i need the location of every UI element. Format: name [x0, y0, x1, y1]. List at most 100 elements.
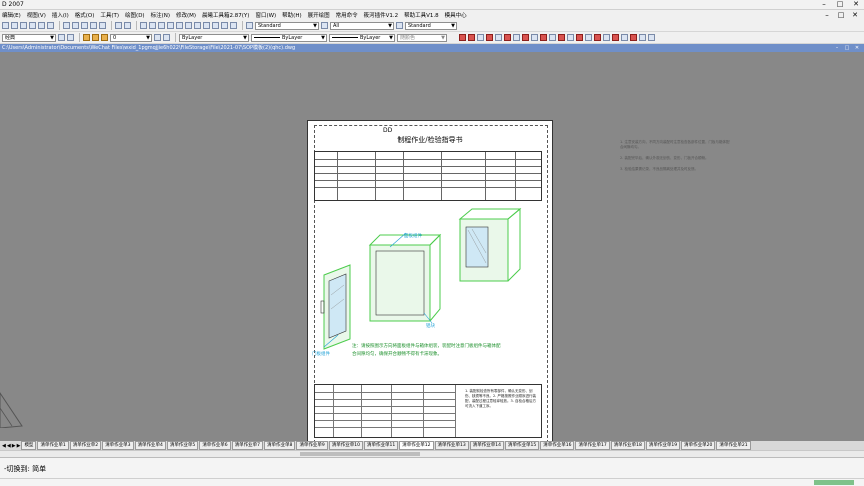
doc-minimize-button[interactable]: –: [820, 10, 834, 20]
plugin-tool-icon[interactable]: [549, 34, 556, 41]
menu-insert[interactable]: 插入(I): [52, 11, 69, 19]
text-style-select[interactable]: Standard ▼: [255, 21, 319, 30]
design-center-icon[interactable]: [185, 22, 192, 29]
plugin-tool-icon[interactable]: [648, 34, 655, 41]
menu-plugin[interactable]: 筱河插件V1.2: [364, 11, 399, 19]
workspace-select[interactable]: 经典 ▼: [2, 33, 56, 42]
save-icon[interactable]: [20, 22, 27, 29]
print-icon[interactable]: [29, 22, 36, 29]
plugin-tool-icon[interactable]: [621, 34, 628, 41]
help-icon[interactable]: [230, 22, 237, 29]
maximize-button[interactable]: □: [832, 0, 848, 10]
block-editor-icon[interactable]: [99, 22, 106, 29]
tab-model[interactable]: 模型: [21, 441, 37, 450]
calculator-icon[interactable]: [221, 22, 228, 29]
plugin-tool-icon[interactable]: [576, 34, 583, 41]
plugin-tool-icon[interactable]: [540, 34, 547, 41]
layer-select[interactable]: 0 ▼: [110, 33, 152, 42]
horizontal-scrollbar[interactable]: [0, 450, 864, 457]
menu-help[interactable]: 帮助(H): [282, 11, 301, 19]
menu-toolbox[interactable]: 晨曦工具箱2.87(Y): [202, 11, 249, 19]
tab-layout-active[interactable]: 清单作业单12: [399, 441, 434, 450]
tab-layout[interactable]: 清单作业单13: [434, 441, 469, 450]
plugin-tool-icon[interactable]: [495, 34, 502, 41]
menu-draw[interactable]: 绘图(D): [125, 11, 145, 19]
menu-format[interactable]: 格式(O): [75, 11, 95, 19]
make-current-icon[interactable]: [154, 34, 161, 41]
plugin-tool-icon[interactable]: [531, 34, 538, 41]
plugin-tool-icon[interactable]: [558, 34, 565, 41]
menu-modify[interactable]: 修改(M): [176, 11, 196, 19]
tab-layout[interactable]: 清单作业单7: [231, 441, 264, 450]
layer-on-icon[interactable]: [83, 34, 90, 41]
plugin-tool-icon[interactable]: [522, 34, 529, 41]
open-file-icon[interactable]: [11, 22, 18, 29]
table-style-select[interactable]: Standard ▼: [405, 21, 457, 30]
tab-layout[interactable]: 清单作业单5: [166, 441, 199, 450]
tab-next-button[interactable]: ▶: [12, 443, 16, 449]
drawing-maximize-button[interactable]: □: [842, 44, 852, 52]
tab-layout[interactable]: 清单作业单19: [645, 441, 681, 450]
tool-palettes-icon[interactable]: [194, 22, 201, 29]
tab-layout[interactable]: 清单作业单15: [504, 441, 540, 450]
layer-freeze-icon[interactable]: [92, 34, 99, 41]
plugin-tool-icon[interactable]: [567, 34, 574, 41]
plugin-tool-icon[interactable]: [639, 34, 646, 41]
redo-icon[interactable]: [124, 22, 131, 29]
plugin-tool-icon[interactable]: [594, 34, 601, 41]
tab-layout[interactable]: 清单作业单2: [69, 441, 102, 450]
plugin-tool-icon[interactable]: [468, 34, 475, 41]
print-preview-icon[interactable]: [38, 22, 45, 29]
tab-layout[interactable]: 清单作业单9: [296, 441, 328, 450]
plot-style-select[interactable]: 随颜色 ▼: [397, 33, 447, 42]
menu-help-tools[interactable]: 帮助工具V1.8: [404, 11, 439, 19]
menu-dimension[interactable]: 标注(N): [151, 11, 170, 19]
tab-prev-button[interactable]: ◀: [7, 443, 11, 449]
menu-mold-center[interactable]: 模具中心: [445, 11, 467, 19]
command-input[interactable]: [0, 478, 864, 479]
drawing-close-button[interactable]: ✕: [852, 44, 862, 52]
tab-layout[interactable]: 清单作业单1: [37, 441, 69, 450]
menu-edit[interactable]: 编辑(E): [2, 11, 21, 19]
plugin-tool-icon[interactable]: [585, 34, 592, 41]
properties-icon[interactable]: [176, 22, 183, 29]
plugin-tool-icon[interactable]: [603, 34, 610, 41]
tab-layout[interactable]: 清单作业单17: [575, 441, 610, 450]
tab-layout[interactable]: 清单作业单14: [469, 441, 504, 450]
sop-sheet[interactable]: DD 制程作业/检验指导书 面板组件 门板组件 铝块 注：请按照图示方向将面板组…: [307, 120, 553, 441]
tab-layout[interactable]: 清单作业单6: [199, 441, 231, 450]
linetype-select[interactable]: ByLayer ▼: [251, 33, 327, 42]
workspace-settings-icon[interactable]: [58, 34, 65, 41]
menu-window[interactable]: 窗口(W): [255, 11, 276, 19]
tab-layout[interactable]: 清单作业单18: [610, 441, 645, 450]
drawing-canvas[interactable]: 1. 注意安装方向，不同方向装配时注意检查各部件位置，门板与箱体配合间隙均匀。 …: [0, 52, 864, 441]
command-line[interactable]: -切换到: 简单: [0, 457, 864, 486]
zoom-window-icon[interactable]: [158, 22, 165, 29]
plugin-tool-icon[interactable]: [612, 34, 619, 41]
undo-icon[interactable]: [115, 22, 122, 29]
paste-icon[interactable]: [81, 22, 88, 29]
new-file-icon[interactable]: [2, 22, 9, 29]
tab-layout[interactable]: 清单作业单16: [540, 441, 575, 450]
tab-last-button[interactable]: ▶: [17, 443, 21, 449]
tab-layout[interactable]: 清单作业单11: [364, 441, 399, 450]
drawing-minimize-button[interactable]: –: [832, 44, 842, 52]
tab-layout[interactable]: 清单作业单4: [134, 441, 166, 450]
layer-manager-icon[interactable]: [67, 34, 74, 41]
lineweight-select[interactable]: ByLayer ▼: [329, 33, 395, 42]
cut-icon[interactable]: [63, 22, 70, 29]
minimize-button[interactable]: –: [816, 0, 832, 10]
plugin-tool-icon[interactable]: [459, 34, 466, 41]
menu-tools[interactable]: 工具(T): [100, 11, 119, 19]
zoom-realtime-icon[interactable]: [149, 22, 156, 29]
match-properties-icon[interactable]: [90, 22, 97, 29]
layer-lock-icon[interactable]: [101, 34, 108, 41]
scrollbar-thumb[interactable]: [300, 452, 420, 456]
zoom-previous-icon[interactable]: [167, 22, 174, 29]
color-select[interactable]: ByLayer ▼: [179, 33, 249, 42]
publish-icon[interactable]: [47, 22, 54, 29]
close-button[interactable]: ✕: [848, 0, 864, 10]
markup-icon[interactable]: [212, 22, 219, 29]
tab-layout[interactable]: 清单作业单8: [264, 441, 296, 450]
doc-restore-button[interactable]: □: [834, 10, 848, 20]
